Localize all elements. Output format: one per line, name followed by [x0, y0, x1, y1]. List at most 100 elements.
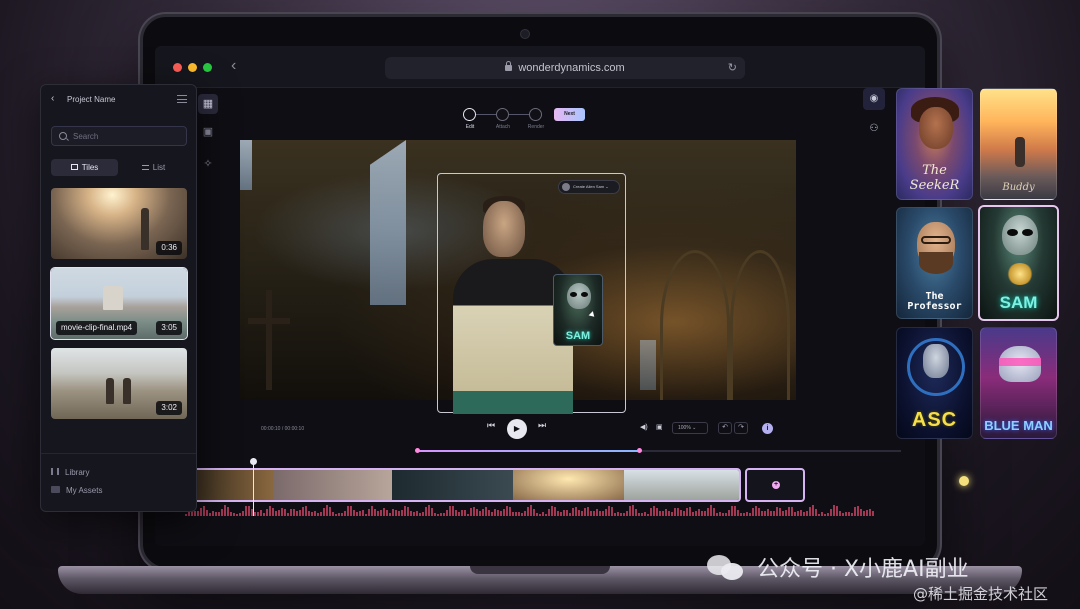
range-end-handle[interactable] [637, 448, 642, 453]
next-button[interactable]: Next [554, 108, 585, 121]
audio-waveform [185, 504, 885, 516]
waveform-bar [398, 511, 400, 516]
waveform-bar [236, 513, 238, 516]
waveform-bar [827, 513, 829, 516]
close-window-button[interactable] [173, 63, 182, 72]
waveform-bar [866, 510, 868, 516]
skip-forward-icon[interactable]: ⏭ [538, 420, 546, 431]
magic-wand-icon[interactable]: ✧ [198, 154, 218, 174]
character-card-dog[interactable]: Buddy [980, 88, 1057, 200]
reload-icon[interactable]: ↻ [728, 57, 737, 79]
waveform-bar [791, 507, 793, 516]
watermark-text: 公众号 · X小鹿AI副业 [757, 557, 969, 582]
character-card-seeker[interactable]: The SeekeR [896, 88, 973, 200]
clip-tile[interactable]: 0:36 [51, 188, 187, 259]
timeline-clip[interactable] [195, 470, 275, 500]
undo-icon[interactable]: ↶ [718, 422, 732, 434]
scenes-tool-icon[interactable]: ▦ [198, 94, 218, 114]
search-input[interactable] [73, 129, 181, 143]
waveform-bar [737, 510, 739, 516]
character-face [919, 107, 953, 149]
fit-screen-icon[interactable]: ▣ [656, 423, 663, 431]
back-icon[interactable]: ‹ [231, 57, 236, 75]
step-attach-indicator[interactable] [496, 108, 509, 121]
character-icon[interactable]: ◉ [863, 88, 885, 110]
actor-selection-box[interactable]: Create Alien Sam ⌄ SAM [437, 173, 626, 414]
address-bar[interactable]: wonderdynamics.com ↻ [385, 57, 745, 79]
timeline-progress[interactable] [415, 448, 901, 453]
waveform-bar [428, 505, 430, 516]
step-render-indicator[interactable] [529, 108, 542, 121]
waveform-bar [212, 510, 214, 516]
play-button[interactable]: ▶ [507, 419, 527, 439]
back-icon[interactable]: ‹ [51, 93, 54, 104]
waveform-bar [677, 507, 679, 516]
timeline-clip[interactable] [512, 470, 624, 500]
waveform-bar [335, 513, 337, 516]
playhead-handle[interactable] [250, 458, 257, 465]
tiles-view-button[interactable]: Tiles [51, 159, 118, 176]
waveform-bar [680, 510, 682, 516]
waveform-bar [815, 508, 817, 516]
waveform-bar [371, 506, 373, 516]
character-card-blue-man[interactable]: BLUE MAN [980, 327, 1057, 439]
character-card-professor[interactable]: The Professor [896, 207, 973, 319]
waveform-bar [269, 506, 271, 516]
save-tool-icon[interactable]: ▣ [198, 122, 218, 142]
waveform-bar [575, 507, 577, 516]
clip-figure [141, 208, 149, 250]
view-toggle: Tiles List [51, 159, 187, 176]
track-pill[interactable]: Create Alien Sam ⌄ [558, 180, 620, 194]
user-settings-icon[interactable]: ⚇ [863, 118, 885, 140]
step-edit-indicator[interactable] [463, 108, 476, 121]
waveform-bar [620, 512, 622, 516]
window [240, 140, 252, 190]
waveform-bar [374, 508, 376, 516]
waveform-bar [290, 508, 292, 516]
waveform-bar [284, 509, 286, 516]
clip-tile[interactable]: movie-clip-final.mp4 3:05 [50, 267, 188, 340]
waveform-bar [353, 509, 355, 516]
clip-tile[interactable]: 3:02 [51, 348, 187, 419]
minimize-window-button[interactable] [188, 63, 197, 72]
stained-glass-window [370, 140, 406, 305]
search-field[interactable] [51, 126, 187, 146]
maximize-window-button[interactable] [203, 63, 212, 72]
character-card-sam[interactable]: SAM [978, 205, 1059, 321]
list-view-button[interactable]: List [120, 159, 187, 176]
waveform-bar [782, 510, 784, 516]
actor-head [483, 201, 525, 257]
zoom-value: 100% [678, 425, 691, 431]
waveform-bar [446, 509, 448, 516]
info-icon[interactable]: i [762, 423, 773, 434]
waveform-bar [458, 512, 460, 516]
zoom-select[interactable]: 100% ⌄ [672, 422, 708, 434]
waveform-bar [578, 509, 580, 516]
timeline-clip[interactable] [391, 470, 513, 500]
waveform-bar [725, 513, 727, 516]
clip-strip[interactable] [193, 468, 741, 502]
waveform-bar [641, 513, 643, 516]
menu-icon[interactable] [177, 95, 187, 103]
library-link[interactable]: Library [51, 468, 89, 477]
waveform-bar [527, 506, 529, 516]
volume-icon[interactable]: ◀) [640, 423, 648, 431]
skip-back-icon[interactable]: ⏮ [487, 420, 495, 431]
range-start-handle[interactable] [415, 448, 420, 453]
assigned-character-card[interactable]: SAM [553, 274, 603, 346]
clip-figure [103, 286, 123, 310]
waveform-bar [581, 510, 583, 516]
waveform-bar [311, 512, 313, 516]
waveform-bar [503, 509, 505, 516]
timeline-clip[interactable] [274, 470, 392, 500]
arch [730, 250, 790, 400]
my-assets-link[interactable]: My Assets [51, 486, 102, 495]
waveform-bar [563, 509, 565, 516]
timeline-clip[interactable] [623, 470, 739, 500]
add-clip-button[interactable]: + [745, 468, 805, 502]
redo-icon[interactable]: ↷ [734, 422, 748, 434]
clip-duration: 3:05 [156, 321, 182, 335]
character-card-asc[interactable]: ASC [896, 327, 973, 439]
waveform-bar [410, 511, 412, 516]
waveform-bar [416, 511, 418, 516]
